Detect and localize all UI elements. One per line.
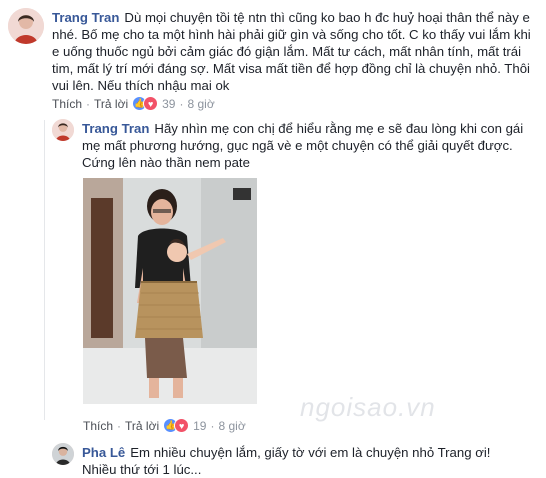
reply-button[interactable]: Trả lời	[94, 97, 128, 111]
reply-avatar[interactable]	[52, 119, 74, 141]
reply-actions: Thích · Trả lời 👍 ♥ 19 · 8 giờ	[83, 418, 246, 433]
comment-actions: Thích · Trả lời 👍 ♥ 39 · 8 giờ	[52, 96, 215, 111]
like-button[interactable]: Thích	[83, 419, 113, 433]
avatar-image	[52, 443, 74, 465]
reaction-count: 19	[193, 418, 207, 433]
avatar-image	[52, 119, 74, 141]
love-reaction-icon: ♥	[174, 418, 190, 433]
reply-author-link[interactable]: Trang Tran	[82, 121, 149, 136]
reply-button[interactable]: Trả lời	[125, 419, 159, 433]
attached-photo[interactable]	[83, 178, 257, 404]
reply-author-link[interactable]: Pha Lê	[82, 445, 125, 460]
reaction-count: 39	[162, 96, 176, 111]
avatar[interactable]	[8, 8, 44, 44]
watermark: ngoisao.vn	[300, 392, 436, 422]
separator-dot: ·	[117, 418, 122, 433]
comment-body: Trang Tran Dù mọi chuyện tồi tệ ntn thì c…	[52, 9, 538, 94]
reaction-summary[interactable]: 👍 ♥ 19	[163, 418, 206, 433]
reply-avatar[interactable]	[52, 443, 74, 465]
separator-dot: ·	[86, 96, 91, 111]
reply-body: Trang Tran Hãy nhìn mẹ con chị để hiểu rằ…	[82, 120, 528, 171]
reply-timestamp[interactable]: 8 giờ	[218, 419, 245, 433]
reply-text: Em nhiều chuyện lắm, giấy tờ với em là c…	[82, 445, 491, 477]
separator-dot: ·	[210, 418, 215, 433]
like-button[interactable]: Thích	[52, 97, 82, 111]
comment-timestamp[interactable]: 8 giờ	[187, 97, 214, 111]
photo-image	[83, 178, 257, 404]
avatar-image	[8, 8, 44, 44]
separator-dot: ·	[179, 96, 184, 111]
reply-body: Pha Lê Em nhiều chuyện lắm, giấy tờ với e…	[82, 444, 522, 478]
comment-author-link[interactable]: Trang Tran	[52, 10, 119, 25]
love-reaction-icon: ♥	[143, 96, 159, 111]
reaction-summary[interactable]: 👍 ♥ 39	[132, 96, 175, 111]
comment-text: Dù mọi chuyện tồi tệ ntn thì cũng ko bao…	[52, 10, 531, 93]
reply-thread-line	[44, 120, 45, 420]
